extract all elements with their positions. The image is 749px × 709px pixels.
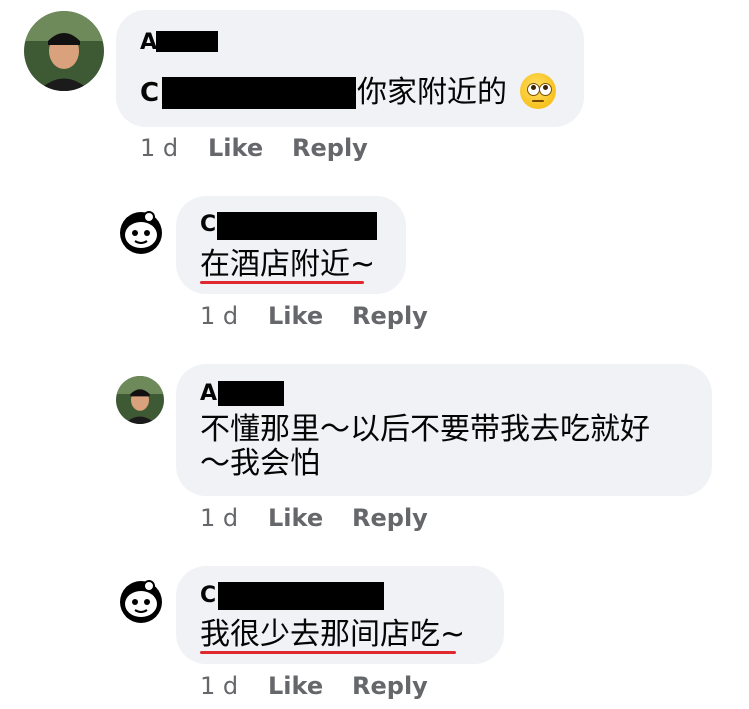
person-photo-icon [24, 11, 104, 91]
redacted-name [217, 212, 377, 240]
author-name[interactable]: C [200, 583, 216, 609]
comment-text-line-2: ～我会怕 [200, 446, 320, 481]
author-name[interactable]: A [200, 381, 217, 407]
like-button[interactable]: Like [268, 672, 323, 700]
like-button[interactable]: Like [268, 302, 323, 330]
comment-text-line-1: 不懂那里～以后不要带我去吃就好 [200, 412, 650, 447]
avatar-a[interactable] [116, 376, 164, 424]
timestamp[interactable]: 1 d [140, 134, 178, 162]
timestamp[interactable]: 1 d [200, 302, 238, 330]
comment-bubble [176, 196, 406, 294]
comment-1: A C 你家附近的 1 d Like Reply [0, 0, 749, 170]
timestamp[interactable]: 1 d [200, 504, 238, 532]
reply-button[interactable]: Reply [352, 672, 428, 700]
spellcheck-underline [200, 651, 456, 654]
reply-button[interactable]: Reply [352, 302, 428, 330]
cartoon-face-icon [120, 211, 162, 254]
cartoon-face-icon [120, 580, 162, 623]
comment-text: 在酒店附近~ [200, 247, 376, 282]
author-name[interactable]: A [140, 30, 157, 56]
comment-bubble [116, 10, 584, 127]
comment-text: 你家附近的 [357, 75, 507, 110]
reply-button[interactable]: Reply [352, 504, 428, 532]
comment-text-prefix: C [140, 78, 160, 108]
comment-text: 我很少去那间店吃~ [200, 617, 466, 652]
person-photo-icon [116, 376, 164, 424]
redacted-name [218, 381, 284, 406]
redacted-text [162, 77, 356, 109]
spellcheck-underline [200, 281, 364, 284]
redacted-name [156, 31, 218, 52]
avatar-c[interactable] [116, 207, 166, 257]
avatar-c[interactable] [116, 576, 166, 626]
redacted-name [218, 582, 384, 610]
like-button[interactable]: Like [208, 134, 263, 162]
timestamp[interactable]: 1 d [200, 672, 238, 700]
like-button[interactable]: Like [268, 504, 323, 532]
avatar-a[interactable] [24, 11, 104, 91]
author-name[interactable]: C [200, 212, 216, 238]
comment-bubble [176, 364, 712, 496]
comment-bubble [176, 566, 504, 664]
reply-button[interactable]: Reply [292, 134, 368, 162]
rolling-eyes-emoji-icon [520, 73, 556, 109]
